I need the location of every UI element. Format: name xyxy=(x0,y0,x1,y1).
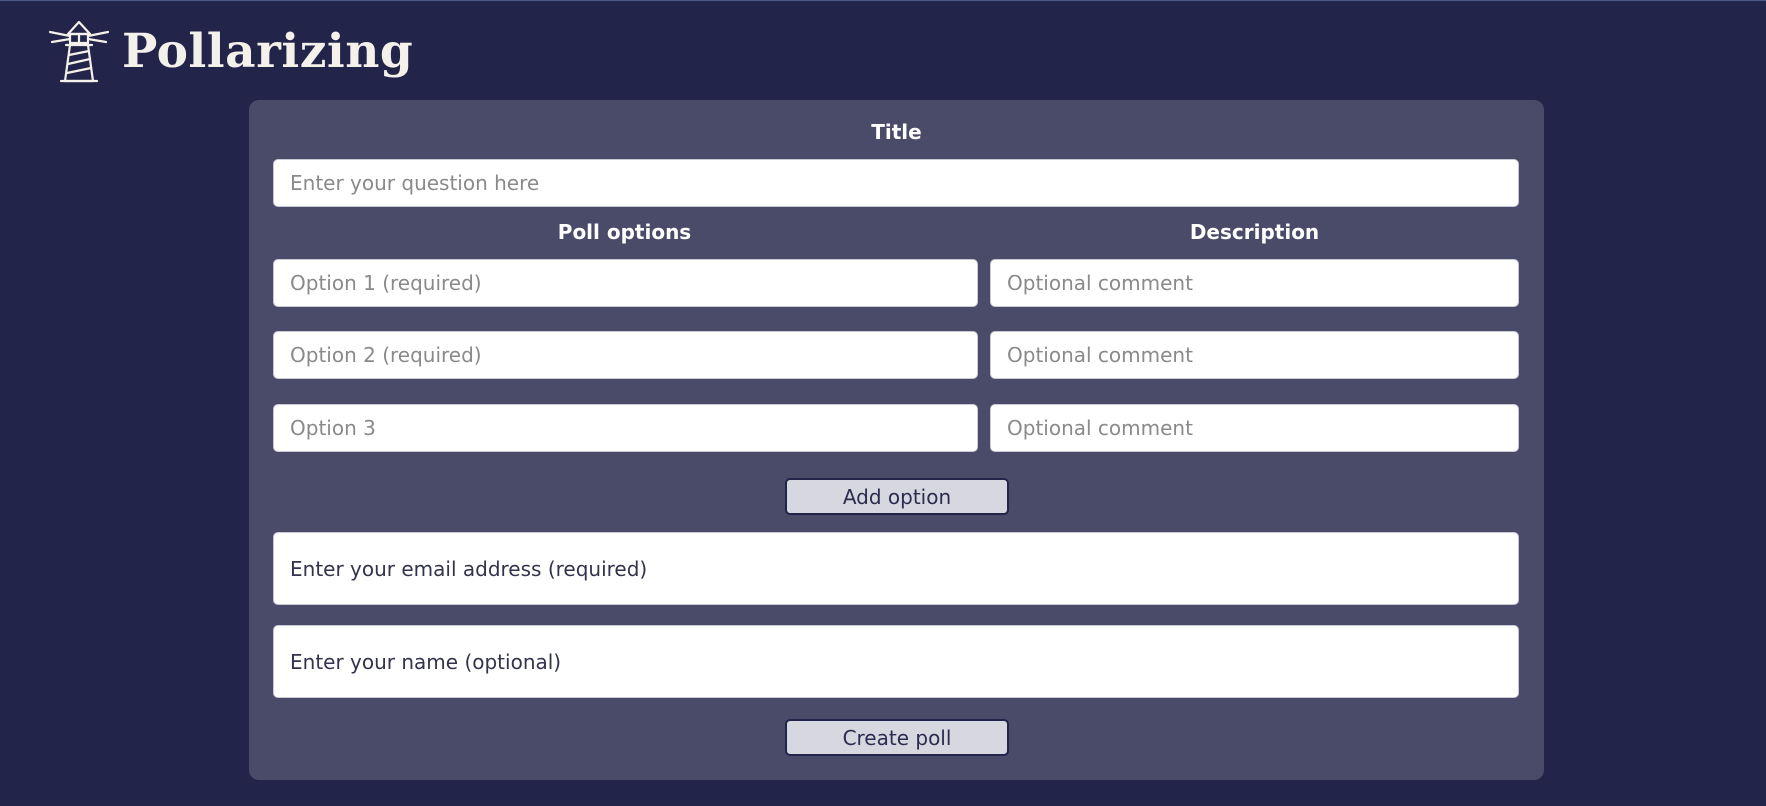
option-2-input[interactable] xyxy=(273,331,978,379)
top-border xyxy=(0,0,1766,1)
email-input[interactable] xyxy=(273,532,1519,605)
poll-form-panel: Title Poll options Description Add optio… xyxy=(249,100,1544,780)
add-option-button[interactable]: Add option xyxy=(785,478,1009,515)
app-title: Pollarizing xyxy=(122,23,414,79)
option-1-input[interactable] xyxy=(273,259,978,307)
description-label: Description xyxy=(1189,220,1320,244)
question-input[interactable] xyxy=(273,159,1519,207)
poll-options-label: Poll options xyxy=(557,220,692,244)
option-1-comment-input[interactable] xyxy=(990,259,1519,307)
title-label: Title xyxy=(871,120,922,144)
lighthouse-icon xyxy=(48,20,110,83)
option-3-comment-input[interactable] xyxy=(990,404,1519,452)
name-input[interactable] xyxy=(273,625,1519,698)
option-3-input[interactable] xyxy=(273,404,978,452)
option-2-comment-input[interactable] xyxy=(990,331,1519,379)
create-poll-button[interactable]: Create poll xyxy=(785,719,1009,756)
app-header: Pollarizing xyxy=(46,16,413,86)
